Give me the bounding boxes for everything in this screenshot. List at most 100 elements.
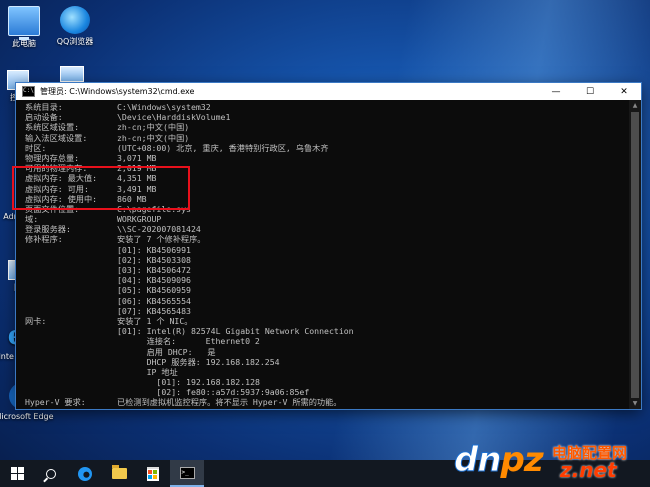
console-line: [05]: KB4560959 — [25, 285, 629, 295]
scroll-down-arrow-icon[interactable]: ▼ — [629, 398, 641, 409]
console-value: C:\Windows\system32 — [117, 102, 211, 112]
console-key: 域: — [25, 214, 39, 225]
vertical-scrollbar[interactable]: ▲ ▼ — [629, 100, 641, 409]
console-value: \Device\HarddiskVolume1 — [117, 112, 231, 123]
console-value: 已检测到虚拟机监控程序。将不显示 Hyper-V 所需的功能。 — [117, 397, 342, 408]
console-value: [06]: KB4565554 — [117, 295, 191, 306]
scroll-up-arrow-icon[interactable]: ▲ — [629, 100, 641, 111]
console-value: 连接名: Ethernet0 2 — [117, 336, 260, 347]
console-value: WORKGROUP — [117, 214, 162, 225]
console-key — [25, 275, 117, 285]
console-value: \\SC-202007081424 — [117, 224, 201, 235]
console-value: 安装了 7 个修补程序。 — [117, 234, 206, 245]
console-line: 启动设备: \Device\HarddiskVolume1 — [25, 112, 629, 122]
console-line: DHCP 服务器: 192.168.182.254 — [25, 357, 629, 367]
taskbar-file-explorer[interactable] — [102, 460, 136, 487]
search-button[interactable] — [34, 460, 68, 487]
maximize-button[interactable]: ☐ — [573, 83, 607, 100]
console-line: [01]: KB4506991 — [25, 245, 629, 255]
console-value: [01]: 192.168.182.128 — [117, 377, 260, 388]
console-line: 系统区域设置: zh-cn;中文(中国) — [25, 122, 629, 132]
console-line: [02]: KB4503308 — [25, 255, 629, 265]
console-key — [25, 377, 117, 387]
console-line: 物理内存总量: 3,071 MB — [25, 153, 629, 163]
desktop-icon-label: Microsoft Edge — [0, 412, 54, 421]
console-value: [03]: KB4506472 — [117, 265, 191, 275]
taskbar-edge[interactable] — [68, 460, 102, 487]
close-button[interactable]: ✕ — [607, 83, 641, 100]
console-key — [25, 336, 117, 346]
console-output[interactable]: 系统目录: C:\Windows\system32 启动设备: \Device\Har… — [16, 100, 629, 409]
console-key: 输入法区域设置: — [25, 132, 88, 143]
console-key — [25, 357, 117, 367]
watermark-logo-text: dnpz — [454, 440, 544, 481]
scrollbar-thumb[interactable] — [631, 112, 639, 398]
console-line: [01]: 192.168.182.128 — [25, 377, 629, 387]
console-line: 修补程序: 安装了 7 个修补程序。 — [25, 234, 629, 244]
console-line: 连接名: Ethernet0 2 — [25, 336, 629, 346]
console-value: (UTC+08:00) 北京, 重庆, 香港特别行政区, 乌鲁木齐 — [117, 142, 329, 153]
console-value: 安装了 1 个 NIC。 — [117, 315, 193, 326]
console-key: 时区: — [25, 142, 47, 153]
console-value: [01]: Intel(R) 82574L Gigabit Network Co… — [117, 326, 354, 337]
console-key: 启动设备: — [25, 112, 63, 123]
edge-icon — [78, 466, 92, 481]
console-value: [04]: KB4509096 — [117, 275, 191, 286]
console-value: 3,071 MB — [117, 152, 157, 163]
console-value: IP 地址 — [117, 366, 178, 377]
console-value: [02]: KB4503308 — [117, 254, 191, 265]
start-button[interactable] — [0, 460, 34, 487]
windows-logo-icon — [10, 467, 24, 480]
taskbar-cmd[interactable]: >_ — [170, 460, 204, 487]
console-line: 输入法区域设置: zh-cn;中文(中国) — [25, 133, 629, 143]
cmd-window[interactable]: C:\ 管理员: C:\Windows\system32\cmd.exe — ☐… — [16, 83, 641, 409]
console-key: 系统区域设置: — [25, 122, 80, 133]
console-line: [06]: KB4565554 — [25, 296, 629, 306]
console-key: 网卡: — [25, 315, 47, 326]
cmd-icon: >_ — [179, 466, 195, 479]
taskbar-store[interactable] — [136, 460, 170, 487]
console-value: [01]: KB4506991 — [117, 244, 191, 255]
console-key: 修补程序: — [25, 234, 63, 245]
console-key — [25, 367, 117, 377]
console-key — [25, 296, 117, 306]
console-line: [01]: Intel(R) 82574L Gigabit Network Co… — [25, 326, 629, 336]
console-key — [25, 255, 117, 265]
console-value: DHCP 服务器: 192.168.182.254 — [117, 356, 280, 367]
console-line: 域: WORKGROUP — [25, 214, 629, 224]
search-icon — [46, 468, 56, 479]
console-line: IP 地址 — [25, 367, 629, 377]
console-line: Hyper-V 要求: 已检测到虚拟机监控程序。将不显示 Hyper-V 所需的功… — [25, 397, 629, 407]
desktop-icon-network[interactable] — [42, 66, 102, 84]
console-key: 物理内存总量: — [25, 152, 80, 163]
console-key — [25, 285, 117, 295]
console-key — [25, 306, 117, 316]
store-icon — [147, 466, 159, 481]
minimize-button[interactable]: — — [539, 83, 573, 100]
folder-icon — [111, 465, 127, 479]
console-value: [05]: KB4560959 — [117, 285, 191, 296]
console-line: [02]: fe80::a57d:5937:9a06:85ef — [25, 387, 629, 397]
console-value: [02]: fe80::a57d:5937:9a06:85ef — [117, 387, 310, 398]
dnpz-watermark-logo: dnpz 电脑配置网 z.net — [454, 438, 644, 484]
cmd-app-icon: C:\ — [22, 86, 35, 97]
watermark-domain: z.net — [560, 458, 617, 482]
desktop-icon-label: QQ浏览器 — [56, 37, 94, 46]
console-key: 登录服务器: — [25, 224, 71, 235]
console-key — [25, 387, 117, 397]
console-value: zh-cn;中文(中国) — [117, 122, 190, 133]
console-line: [04]: KB4509096 — [25, 275, 629, 285]
console-value: [07]: KB4565483 — [117, 305, 191, 316]
console-key — [25, 265, 117, 275]
console-line: 系统目录: C:\Windows\system32 — [25, 102, 629, 112]
title-bar[interactable]: C:\ 管理员: C:\Windows\system32\cmd.exe — ☐… — [16, 83, 641, 100]
red-highlight-box — [12, 166, 190, 210]
desktop-icon-qq-browser[interactable]: QQ浏览器 — [45, 6, 105, 47]
console-line: 登录服务器: \\SC-202007081424 — [25, 224, 629, 234]
console-value: 启用 DHCP: 是 — [117, 346, 216, 357]
console-line: 网卡: 安装了 1 个 NIC。 — [25, 316, 629, 326]
network-icon — [60, 66, 84, 82]
this-pc-icon — [8, 6, 40, 40]
qq-browser-icon — [60, 6, 90, 34]
window-title: 管理员: C:\Windows\system32\cmd.exe — [40, 87, 195, 96]
